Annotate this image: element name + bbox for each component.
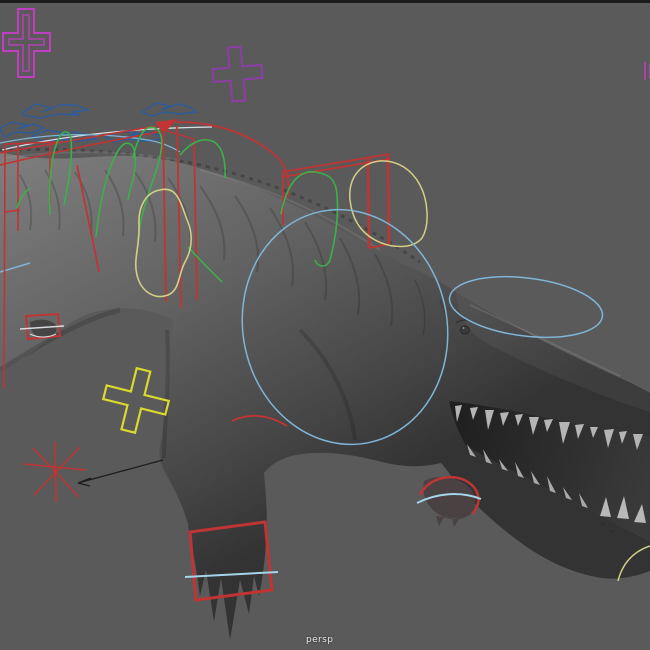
viewport-canvas[interactable]	[0, 0, 650, 650]
maya-3d-viewport[interactable]: persp	[0, 0, 650, 650]
magenta-plus-control[interactable]	[2, 8, 51, 78]
annotation-arrow	[77, 459, 164, 487]
camera-label: persp	[306, 635, 334, 645]
magenta-plus-fragment[interactable]	[644, 62, 650, 80]
purple-plus-control[interactable]	[211, 45, 265, 103]
yellow-plus-control[interactable]	[97, 362, 174, 439]
red-star-locator[interactable]	[23, 441, 87, 503]
